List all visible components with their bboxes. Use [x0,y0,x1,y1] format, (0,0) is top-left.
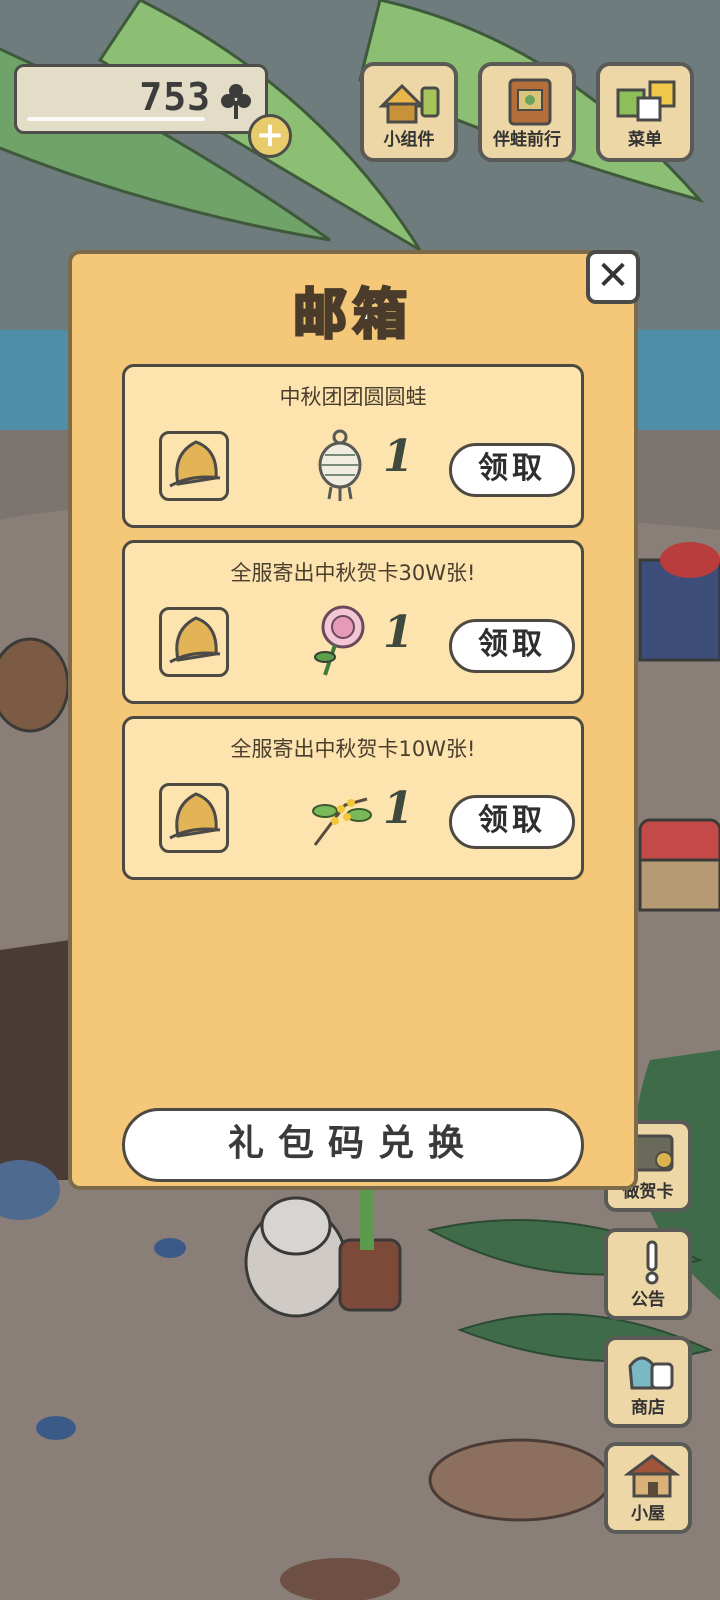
peony-flower-icon [314,605,365,676]
lantern-charm-icon [318,429,362,501]
mail-item: 全服寄出中秋贺卡30W张! 1 领取 [122,540,584,704]
bell-icon [159,431,229,501]
clover-icon [221,84,251,119]
reward-quantity: 1 [383,607,414,658]
claim-button[interactable]: 领取 [449,619,575,673]
menu-button[interactable]: 菜单 [596,62,694,162]
widget-label: 小组件 [383,130,435,150]
journey-label: 伴蛙前行 [493,130,561,150]
clover-bar [27,117,205,121]
house-label: 小屋 [631,1504,665,1524]
notice-button[interactable]: 公告 [604,1228,692,1320]
widget-icon [378,83,440,124]
claim-button[interactable]: 领取 [449,795,575,849]
bell-icon [159,783,229,853]
shop-icon [628,1356,674,1390]
bell-icon [159,607,229,677]
reward-quantity: 1 [383,783,414,834]
osmanthus-sprig-icon [312,797,372,846]
close-button[interactable]: ✕ [586,250,640,304]
journey-book-icon [508,78,552,126]
claim-button[interactable]: 领取 [449,443,575,497]
house-icon [624,1454,680,1498]
clover-counter: 753 [14,64,268,134]
redeem-code-button[interactable]: 礼包码兑换 [122,1108,584,1182]
mailbox-title: 邮箱 [292,282,413,348]
shop-button[interactable]: 商店 [604,1336,692,1428]
widget-button[interactable]: 小组件 [360,62,458,162]
notice-label: 公告 [631,1290,665,1310]
mail-item: 中秋团团圆圆蛙 1 领取 [122,364,584,528]
house-button[interactable]: 小屋 [604,1442,692,1534]
journey-button[interactable]: 伴蛙前行 [478,62,576,162]
mail-item-title: 全服寄出中秋贺卡30W张! [230,561,476,585]
mail-item: 全服寄出中秋贺卡10W张! 1 领取 [122,716,584,880]
mail-item-title: 全服寄出中秋贺卡10W张! [230,737,476,761]
shop-label: 商店 [631,1398,665,1418]
menu-icon [616,80,676,122]
clover-count: 753 [139,75,211,119]
notice-icon [645,1240,659,1285]
menu-label: 菜单 [628,130,662,150]
add-clover-button[interactable]: + [248,114,292,158]
reward-quantity: 1 [383,431,414,482]
mail-item-title: 中秋团团圆圆蛙 [279,385,427,409]
